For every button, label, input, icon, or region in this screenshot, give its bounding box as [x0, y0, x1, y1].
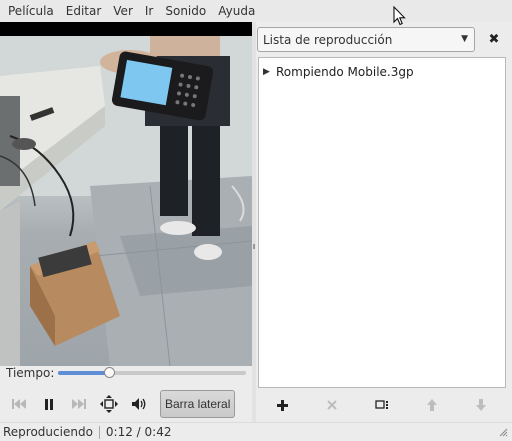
menu-bar: Película Editar Ver Ir Sonido Ayuda — [0, 0, 512, 22]
seek-progress — [58, 371, 109, 375]
playing-indicator-icon: ▶ — [263, 67, 270, 77]
video-scene-image — [0, 36, 252, 366]
chevron-down-icon: ▼ — [461, 34, 468, 44]
repeat-button[interactable] — [357, 393, 407, 417]
seek-handle[interactable] — [103, 367, 115, 378]
move-down-button[interactable] — [456, 393, 506, 417]
skip-next-icon — [72, 399, 86, 409]
playlist-item-title: Rompiendo Mobile.3gp — [276, 65, 414, 79]
volume-button[interactable] — [124, 391, 154, 417]
seek-slider[interactable] — [58, 367, 246, 378]
arrow-up-icon — [426, 399, 437, 411]
add-icon — [277, 399, 289, 411]
menu-ir[interactable]: Ir — [139, 0, 159, 22]
previous-button[interactable] — [4, 391, 34, 417]
playback-controls: Barra lateral — [0, 388, 256, 420]
close-icon: ✖ — [488, 31, 500, 47]
menu-ayuda[interactable]: Ayuda — [212, 0, 261, 22]
volume-icon — [132, 398, 146, 410]
menu-pelicula[interactable]: Película — [2, 0, 60, 22]
remove-button[interactable] — [308, 393, 358, 417]
pause-icon — [45, 398, 53, 410]
menu-sonido[interactable]: Sonido — [159, 0, 212, 22]
arrow-down-icon — [476, 399, 487, 411]
close-sidebar-button[interactable]: ✖ — [486, 30, 502, 48]
skip-previous-icon — [12, 399, 26, 409]
splitter-grip — [253, 244, 255, 249]
fullscreen-icon — [100, 395, 118, 413]
repeat-icon — [375, 400, 388, 409]
status-separator — [98, 425, 100, 439]
fullscreen-button[interactable] — [94, 391, 124, 417]
remove-icon — [327, 400, 338, 410]
playlist-item[interactable]: ▶ Rompiendo Mobile.3gp — [259, 62, 505, 82]
sidebar-view-select[interactable]: Lista de reproducción ▼ — [257, 27, 475, 52]
playback-state: Reproduciendo — [3, 425, 93, 439]
add-button[interactable] — [258, 393, 308, 417]
video-frame[interactable] — [0, 36, 252, 366]
video-area[interactable] — [0, 22, 252, 366]
playlist[interactable]: ▶ Rompiendo Mobile.3gp — [258, 57, 506, 388]
move-up-button[interactable] — [407, 393, 457, 417]
next-button[interactable] — [64, 391, 94, 417]
mouse-cursor-icon — [393, 6, 406, 26]
playlist-toolbar — [258, 393, 506, 417]
status-bar: Reproduciendo 0:12 / 0:42 — [0, 422, 512, 441]
pane-splitter[interactable] — [252, 22, 256, 422]
resize-grip-icon[interactable] — [499, 428, 508, 437]
time-label: Tiempo: — [6, 366, 55, 380]
menu-ver[interactable]: Ver — [107, 0, 139, 22]
seek-row: Tiempo: — [0, 362, 256, 384]
playback-time: 0:12 / 0:42 — [105, 425, 172, 439]
menu-editar[interactable]: Editar — [60, 0, 108, 22]
pause-button[interactable] — [34, 391, 64, 417]
sidebar-toggle-button[interactable]: Barra lateral — [160, 390, 236, 418]
sidebar-view-label: Lista de reproducción — [263, 32, 393, 47]
